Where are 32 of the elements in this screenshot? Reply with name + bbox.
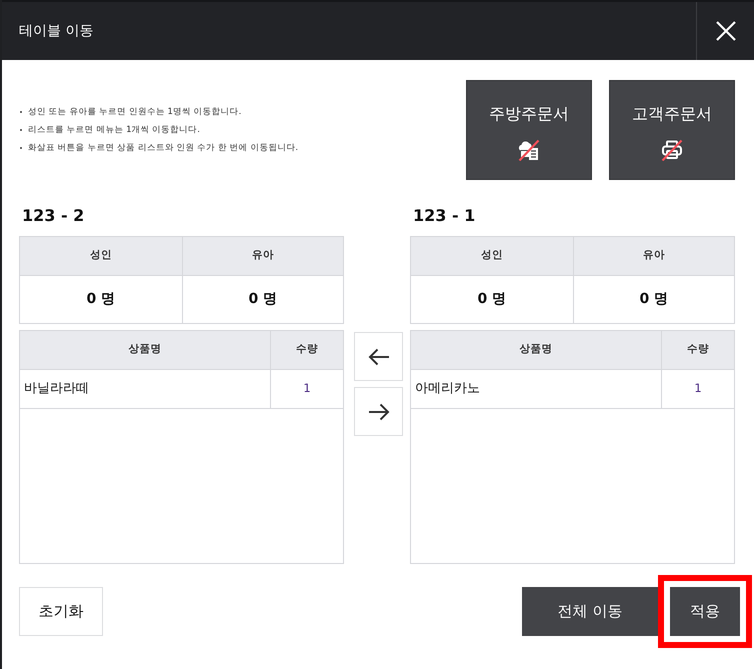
customer-order-button[interactable]: 고객주문서 (609, 80, 735, 180)
arrow-right-icon (368, 402, 390, 420)
move-all-button[interactable]: 전체 이동 (522, 587, 658, 636)
apply-button[interactable]: 적용 (670, 587, 740, 636)
kitchen-order-button[interactable]: 주방주문서 (466, 80, 592, 180)
guest-count[interactable]: 0 명 (20, 276, 182, 323)
guest-count[interactable]: 0 명 (572, 276, 734, 323)
column-header: 유아 (572, 237, 734, 276)
product-name[interactable]: 바닐라라떼 (20, 370, 270, 409)
note-text: 화살표 버튼을 누르면 상품 리스트와 인원 수가 한 번에 이동됩니다. (28, 142, 298, 155)
reset-button[interactable]: 초기화 (19, 587, 103, 636)
table-number: 123 - 2 (22, 205, 84, 227)
product-quantity[interactable]: 1 (270, 370, 343, 409)
table-number: 123 - 1 (413, 205, 476, 227)
column-header: 수량 (661, 331, 734, 370)
column-header: 성인 (411, 237, 572, 276)
window-title: 테이블 이동 (18, 22, 94, 40)
column-header: 유아 (182, 237, 343, 276)
guest-count[interactable]: 0 명 (411, 276, 572, 323)
move-right-button[interactable] (354, 387, 403, 436)
product-quantity[interactable]: 1 (661, 370, 734, 409)
move-left-button[interactable] (354, 332, 403, 381)
note-text: 성인 또는 유아를 누르면 인원수는 1명씩 이동합니다. (28, 106, 242, 119)
guest-count[interactable]: 0 명 (182, 276, 343, 323)
column-header: 상품명 (411, 331, 661, 370)
column-header: 성인 (20, 237, 182, 276)
arrow-left-icon (368, 348, 390, 366)
product-name[interactable]: 아메리카노 (411, 370, 661, 409)
close-icon (714, 20, 736, 42)
column-header: 수량 (270, 331, 343, 370)
column-header: 상품명 (20, 331, 270, 370)
note-text: 리스트를 누르면 메뉴는 1개씩 이동합니다. (28, 124, 200, 137)
